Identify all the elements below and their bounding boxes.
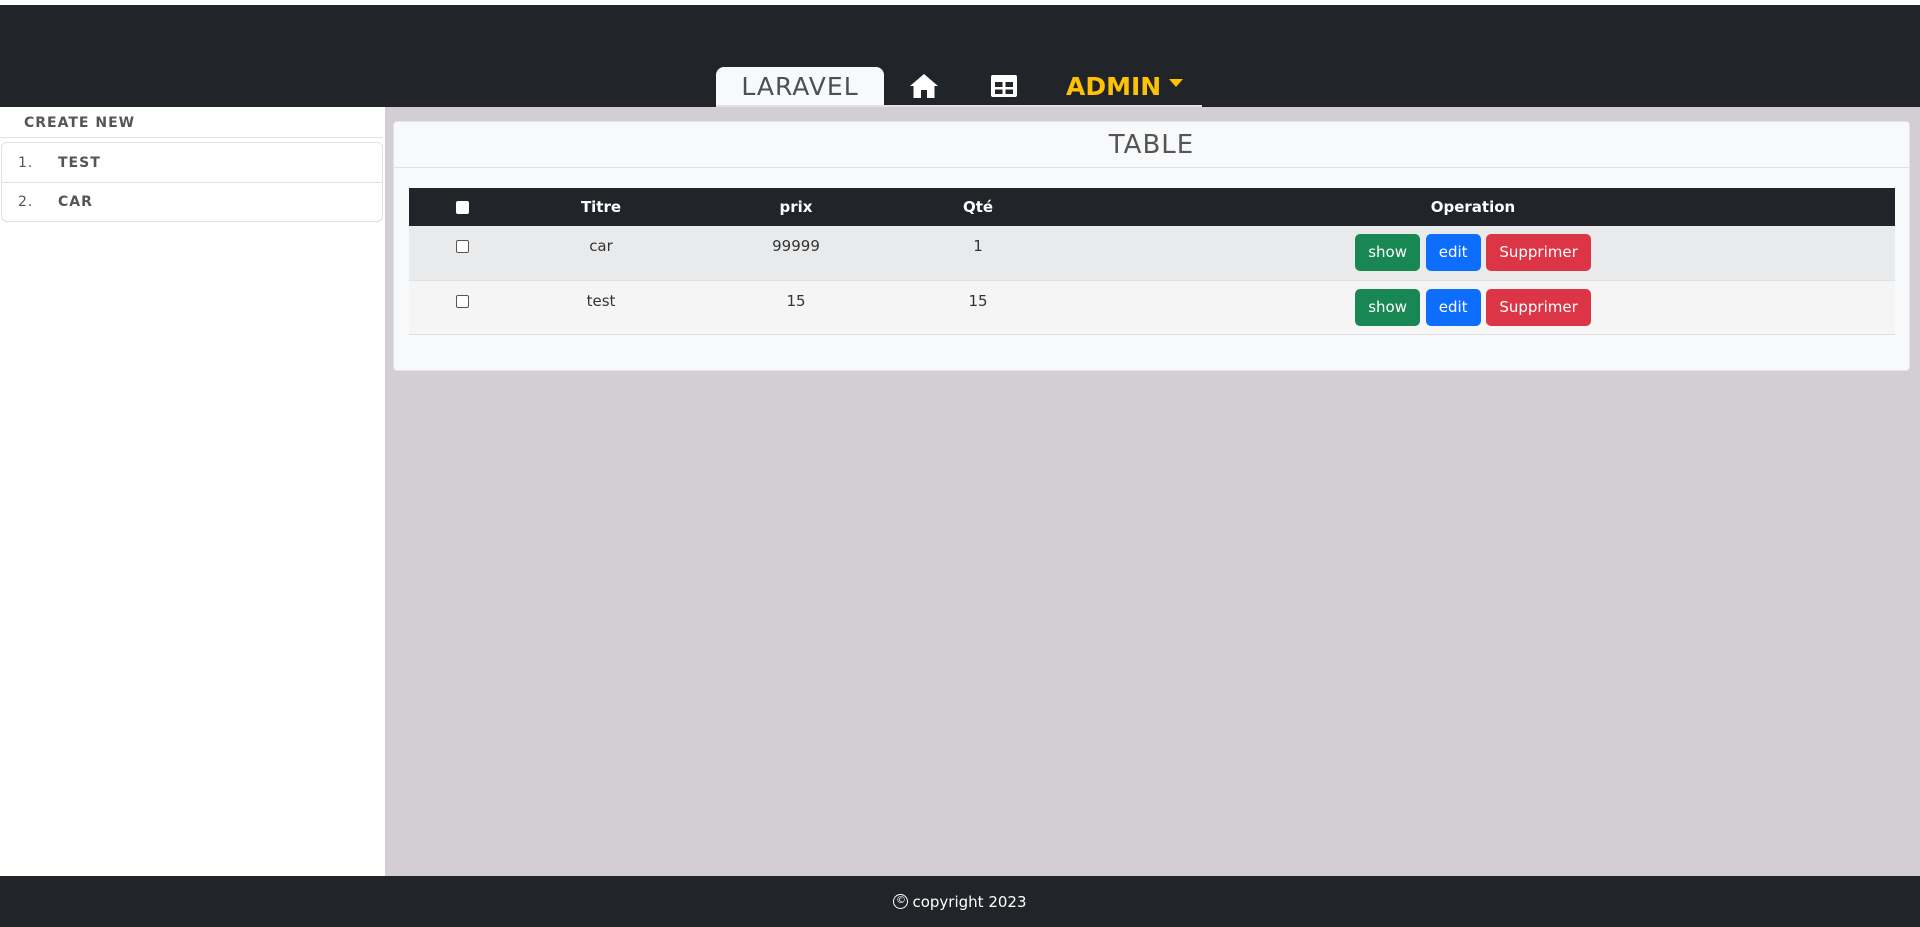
cell-prix: 99999 (687, 226, 905, 281)
edit-button[interactable]: edit (1425, 234, 1481, 271)
select-all-header (409, 188, 515, 226)
delete-button[interactable]: Supprimer (1486, 234, 1591, 271)
cell-operation: show edit Supprimer (1051, 226, 1895, 281)
table-row: test 15 15 show edit Supprimer (409, 280, 1895, 335)
sidebar-list: 1. TEST 2. CAR (1, 142, 383, 222)
show-button[interactable]: show (1355, 234, 1420, 271)
table-card: TABLE Titre prix Qté Operation car 99999… (393, 121, 1910, 371)
cell-operation: show edit Supprimer (1051, 280, 1895, 335)
create-new-link[interactable]: CREATE NEW (0, 112, 383, 138)
edit-button[interactable]: edit (1425, 288, 1481, 326)
column-header-operation: Operation (1051, 188, 1895, 226)
row-checkbox-cell (409, 226, 515, 281)
navbar: LARAVEL ADMIN (0, 5, 1920, 107)
nav-tabs: LARAVEL ADMIN (716, 67, 1202, 107)
sidebar-item-test[interactable]: 1. TEST (2, 143, 382, 182)
card-title: TABLE (394, 122, 1909, 168)
admin-dropdown[interactable]: ADMIN (1044, 67, 1184, 105)
footer: © copyright 2023 (0, 876, 1920, 927)
row-checkbox[interactable] (455, 294, 469, 308)
table-link[interactable] (964, 67, 1044, 105)
row-checkbox[interactable] (455, 240, 469, 253)
sidebar-item-label: CAR (58, 194, 93, 210)
sidebar-item-number: 1. (18, 154, 34, 171)
cell-qte: 15 (905, 280, 1051, 335)
column-header-titre: Titre (515, 188, 687, 226)
brand-tab[interactable]: LARAVEL (716, 67, 884, 105)
select-all-checkbox[interactable] (455, 201, 469, 214)
sidebar-item-label: TEST (58, 154, 101, 171)
home-link[interactable] (884, 67, 964, 105)
cell-titre: test (515, 280, 687, 335)
column-header-qte: Qté (905, 188, 1051, 226)
cell-prix: 15 (687, 280, 905, 335)
cell-titre: car (515, 226, 687, 281)
caret-down-icon (1169, 79, 1184, 87)
column-header-prix: prix (687, 188, 905, 226)
table-icon (991, 75, 1017, 97)
data-table: Titre prix Qté Operation car 99999 1 sho… (409, 188, 1895, 335)
delete-button[interactable]: Supprimer (1486, 288, 1591, 326)
admin-label: ADMIN (1066, 71, 1162, 101)
table-row: car 99999 1 show edit Supprimer (409, 226, 1895, 281)
home-icon (910, 74, 938, 98)
copyright-icon: © (893, 894, 909, 909)
copyright-text: copyright 2023 (912, 892, 1027, 911)
sidebar-item-car[interactable]: 2. CAR (2, 182, 382, 221)
sidebar-item-number: 2. (18, 194, 34, 210)
show-button[interactable]: show (1355, 288, 1420, 326)
row-checkbox-cell (409, 280, 515, 335)
sidebar: CREATE NEW 1. TEST 2. CAR (0, 107, 385, 876)
cell-qte: 1 (905, 226, 1051, 281)
table-header-row: Titre prix Qté Operation (409, 188, 1895, 226)
